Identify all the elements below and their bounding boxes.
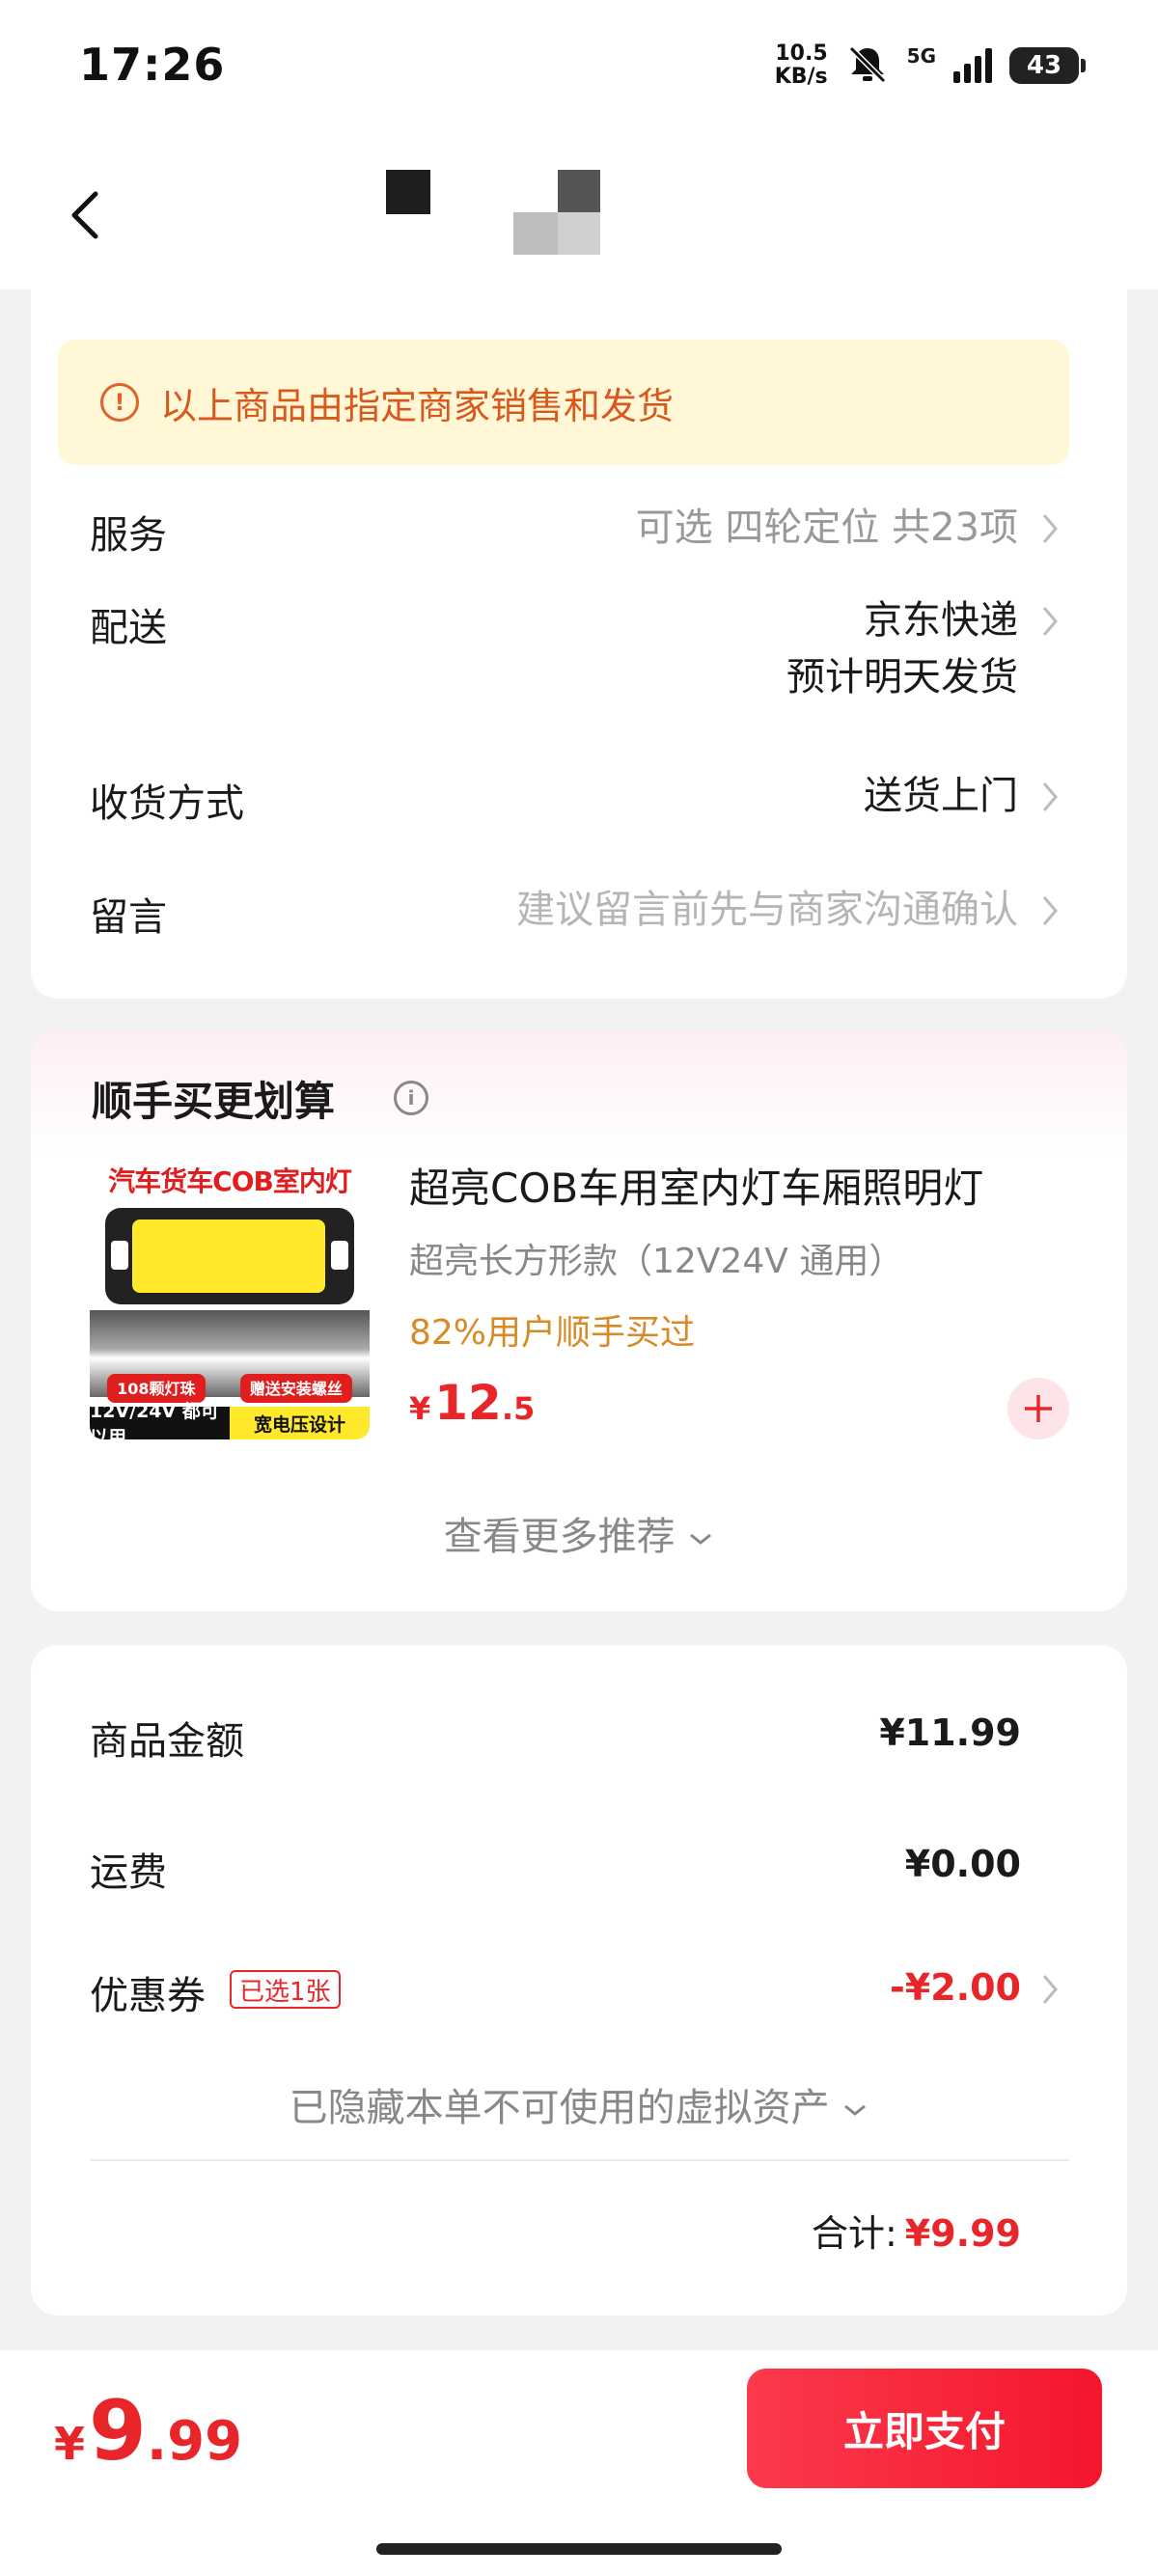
delivery-label: 配送	[90, 606, 167, 650]
price-decimal: .5	[501, 1390, 536, 1427]
pay-now-button[interactable]: 立即支付	[747, 2369, 1102, 2488]
status-bar: 17:26 10.5 KB/s 5G 43	[0, 0, 1158, 135]
price-symbol: ¥	[409, 1390, 431, 1427]
message-placeholder[interactable]: 建议留言前先与商家沟通确认	[516, 882, 1018, 938]
goods-amount-value: ¥11.99	[879, 1712, 1021, 1754]
chevron-left-icon	[71, 191, 98, 239]
shipping-label: 运费	[90, 1850, 167, 1895]
chevron-right-icon	[1038, 509, 1062, 548]
product-image-feature: 宽电压设计	[230, 1407, 370, 1439]
delivery-eta: 预计明天发货	[786, 655, 1018, 699]
price-integer: 12	[434, 1375, 502, 1431]
chevron-down-icon	[844, 2104, 867, 2116]
receive-method-label: 收货方式	[90, 781, 244, 826]
battery-level: 43	[1026, 51, 1062, 80]
net-speed-value: 10.5	[775, 41, 828, 66]
info-icon[interactable]: i	[394, 1081, 428, 1115]
signal-icon	[953, 48, 992, 83]
chevron-right-icon	[1038, 891, 1062, 930]
service-label: 服务	[90, 513, 167, 558]
service-value: 可选 四轮定位 共23项	[635, 506, 1018, 550]
add-to-order-button[interactable]	[1007, 1378, 1069, 1439]
product-image[interactable]: 汽车货车COB室内灯 108颗灯珠 赠送安装螺丝 12V/24V 都可以用 宽电…	[90, 1158, 370, 1439]
message-label: 留言	[90, 895, 167, 940]
net-speed: 10.5 KB/s	[775, 42, 828, 89]
chevron-right-icon	[1038, 778, 1062, 816]
price-integer: 9	[89, 2383, 147, 2480]
back-button[interactable]	[56, 181, 114, 249]
home-indicator[interactable]	[376, 2543, 782, 2555]
divider	[90, 2159, 1069, 2161]
product-image-headline: 汽车货车COB室内灯	[90, 1158, 370, 1202]
network-type: 5G	[906, 44, 936, 68]
total-label: 合计:	[811, 2212, 897, 2255]
nav-bar	[0, 135, 1158, 289]
price-symbol: ¥	[54, 2418, 86, 2470]
checkout-price: ¥ 9 .99	[54, 2383, 242, 2480]
chevron-right-icon	[1038, 602, 1062, 641]
nav-title-redacted	[376, 164, 704, 270]
chevron-down-icon	[690, 1533, 712, 1545]
more-recommend-label: 查看更多推荐	[443, 1515, 676, 1559]
product-price: ¥ 12 .5	[409, 1375, 535, 1431]
net-speed-unit: KB/s	[774, 65, 828, 89]
hidden-assets-toggle[interactable]: 已隐藏本单不可使用的虚拟资产	[0, 2076, 1158, 2132]
more-recommend-toggle[interactable]: 查看更多推荐	[0, 1505, 1158, 1561]
battery-icon: 43	[1009, 47, 1086, 84]
status-icons: 10.5 KB/s 5G 43	[775, 37, 1086, 95]
delivery-carrier: 京东快递	[864, 598, 1018, 643]
coupon-selected-tag: 已选1张	[230, 1970, 341, 2009]
total-value: ¥9.99	[904, 2212, 1021, 2255]
receive-method-value: 送货上门	[864, 774, 1018, 818]
info-icon: !	[100, 383, 139, 422]
coupon-value: -¥2.00	[890, 1966, 1021, 2009]
recommend-title: 顺手买更划算	[92, 1078, 336, 1125]
chevron-right-icon	[1038, 1970, 1062, 2009]
product-image-badge: 赠送安装螺丝	[239, 1374, 352, 1403]
lamp-illustration	[105, 1208, 354, 1304]
status-time: 17:26	[79, 39, 226, 91]
plus-icon	[1025, 1395, 1052, 1422]
order-total: 合计: ¥9.99	[812, 2204, 1021, 2257]
hidden-assets-label: 已隐藏本单不可使用的虚拟资产	[289, 2086, 830, 2130]
goods-amount-label: 商品金额	[90, 1719, 244, 1764]
price-decimal: .99	[146, 2410, 243, 2473]
notice-text: 以上商品由指定商家销售和发货	[160, 384, 675, 427]
product-bought-rate: 82%用户顺手买过	[409, 1313, 696, 1353]
shipping-value: ¥0.00	[904, 1843, 1021, 1885]
mute-icon	[845, 42, 890, 89]
product-name[interactable]: 超亮COB车用室内灯车厢照明灯	[409, 1156, 1056, 1215]
coupon-label: 优惠券	[90, 1974, 206, 2018]
product-image-voltage: 12V/24V 都可以用	[90, 1401, 230, 1439]
product-spec: 超亮长方形款（12V24V 通用）	[409, 1242, 904, 1281]
seller-notice: ! 以上商品由指定商家销售和发货	[58, 340, 1069, 465]
